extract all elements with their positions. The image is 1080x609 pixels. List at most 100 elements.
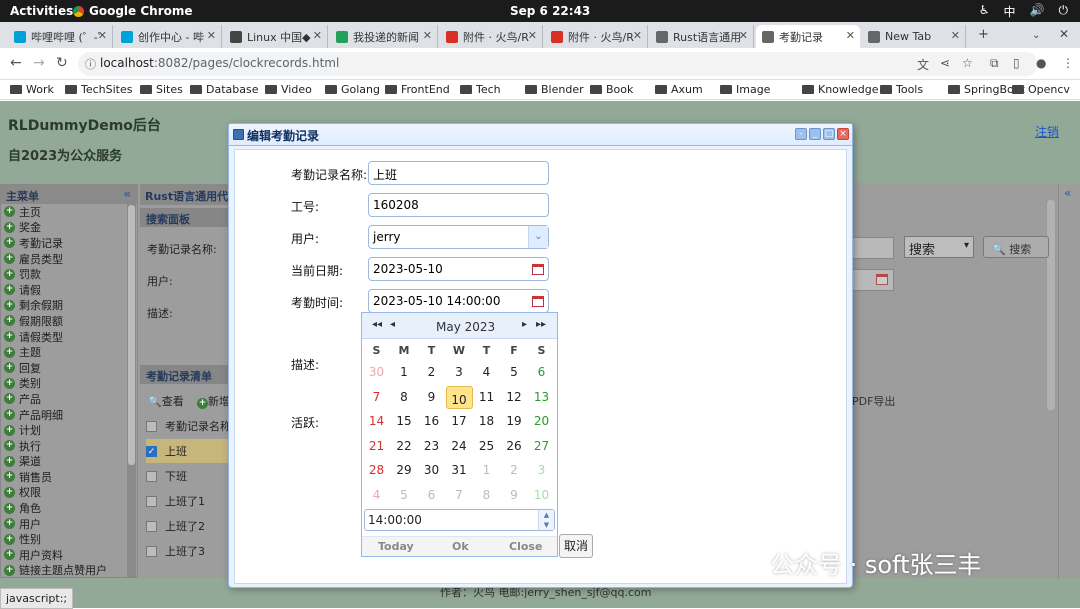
search-button[interactable]: 🔍 搜索 [983, 236, 1049, 258]
view-button[interactable]: 🔍查看 [148, 393, 184, 409]
activities-button[interactable]: Activities [10, 4, 73, 18]
row-checkbox[interactable] [146, 470, 157, 482]
calendar-day[interactable]: 16 [418, 410, 445, 433]
calendar-day[interactable]: 25 [473, 435, 500, 458]
calendar-day[interactable]: 13 [528, 386, 555, 409]
sidebar-scrollbar[interactable] [127, 203, 136, 577]
bookmark-star-icon[interactable]: ☆ [962, 56, 973, 70]
cancel-button[interactable]: 取消 [559, 534, 593, 558]
calendar-day[interactable]: 28 [363, 459, 390, 482]
table-row[interactable]: 上班了2 [146, 514, 241, 538]
side-panel-icon[interactable]: ▯ [1013, 56, 1020, 70]
user-combobox[interactable]: jerry ⌄ [368, 225, 549, 249]
calendar-day[interactable]: 20 [528, 410, 555, 433]
calendar-day[interactable]: 14 [363, 410, 390, 433]
prev-month-icon[interactable]: ◂ [390, 319, 395, 330]
bookmark-folder[interactable]: TechSites [65, 83, 133, 96]
calendar-button[interactable] [528, 290, 548, 312]
power-icon[interactable]: ⏻ [1059, 3, 1069, 20]
calendar-day[interactable]: 3 [446, 361, 473, 384]
time-spinner[interactable]: 14:00:00 ▲ ▼ [364, 509, 555, 531]
sidebar-item[interactable]: + 类别 [1, 376, 137, 392]
calendar-day[interactable]: 18 [473, 410, 500, 433]
calendar-day[interactable]: 23 [418, 435, 445, 458]
calendar-day[interactable]: 6 [418, 484, 445, 507]
translate-icon[interactable]: 文 [917, 56, 929, 73]
sidebar-item[interactable]: + 角色 [1, 500, 137, 516]
tab-6[interactable]: Rust语言通用 ✕ [650, 25, 754, 48]
calendar-day[interactable]: 8 [473, 484, 500, 507]
bookmark-folder[interactable]: Book [590, 83, 633, 96]
close-tab-icon[interactable]: ✕ [313, 29, 322, 42]
bookmark-folder[interactable]: Sites [140, 83, 183, 96]
sidebar-item[interactable]: + 假期限额 [1, 313, 137, 329]
sidebar-item[interactable]: + 主题 [1, 344, 137, 360]
close-tab-icon[interactable]: ✕ [739, 29, 748, 42]
close-window-icon[interactable]: × [837, 128, 849, 140]
calendar-day[interactable]: 11 [473, 386, 500, 409]
calendar-day[interactable]: 19 [501, 410, 528, 433]
tab-0[interactable]: 哔哩哔哩 (゜-゜ ✕ [8, 25, 113, 48]
calendar-day[interactable]: 21 [363, 435, 390, 458]
tab-8[interactable]: New Tab ✕ [862, 25, 966, 48]
sidebar-item[interactable]: + 渠道 [1, 454, 137, 470]
sidebar-item[interactable]: + 链接主题点赞用户 [1, 563, 137, 579]
calendar-day[interactable]: 1 [391, 361, 418, 384]
calendar-month[interactable]: May 2023 [436, 320, 495, 334]
calendar-day[interactable]: 15 [391, 410, 418, 433]
calendar-day[interactable]: 7 [363, 386, 390, 409]
sidebar-item[interactable]: + 产品明细 [1, 407, 137, 423]
window-close-icon[interactable]: ✕ [1059, 27, 1069, 41]
bookmark-folder[interactable]: Database [190, 83, 259, 96]
row-checkbox[interactable]: ✓ [146, 445, 157, 457]
calendar-day[interactable]: 30 [363, 361, 390, 384]
calendar-day[interactable]: 29 [391, 459, 418, 482]
info-icon[interactable]: ⓘ [85, 56, 96, 72]
calendar-day[interactable]: 2 [501, 459, 528, 482]
tab-1[interactable]: 创作中心 - 哔 ✕ [115, 25, 222, 48]
sidebar-item[interactable]: + 用户 [1, 516, 137, 532]
bookmark-folder[interactable]: Image [720, 83, 770, 96]
sidebar-item[interactable]: + 用户资料 [1, 547, 137, 563]
clock-record-name-input[interactable]: 上班 [368, 161, 549, 185]
calendar-day[interactable]: 8 [391, 386, 418, 409]
menu-kebab-icon[interactable]: ⋮ [1062, 56, 1074, 70]
main-scroll-thumb[interactable] [1047, 200, 1055, 410]
tab-search-icon[interactable]: ⌄ [1032, 30, 1040, 41]
calendar-day[interactable]: 4 [363, 484, 390, 507]
search-mode-select[interactable]: 搜索 ▾ [904, 236, 974, 258]
collapse-window-icon[interactable]: - [795, 128, 807, 140]
close-tab-icon[interactable]: ✕ [633, 29, 642, 42]
sidebar-item[interactable]: + 请假类型 [1, 329, 137, 345]
sidebar-item[interactable]: + 请假 [1, 282, 137, 298]
calendar-day[interactable]: 2 [418, 361, 445, 384]
sidebar-item[interactable]: + 奖金 [1, 220, 137, 236]
sidebar-item[interactable]: + 性别 [1, 531, 137, 547]
close-tab-icon[interactable]: ✕ [846, 29, 855, 42]
current-date-input[interactable]: 2023-05-10 [368, 257, 549, 281]
column-header-name[interactable]: 考勤记录名称 [165, 418, 231, 434]
calendar-day[interactable]: 7 [446, 484, 473, 507]
table-row[interactable]: 上班了1 [146, 489, 241, 513]
profile-icon[interactable]: ● [1036, 56, 1046, 70]
sidebar-item[interactable]: + 主页 [1, 204, 137, 220]
sidebar-item[interactable]: + 剩余假期 [1, 298, 137, 314]
address-bar[interactable]: ⓘ localhost:8082/pages/clockrecords.html [78, 52, 1038, 76]
today-button[interactable]: Today [378, 540, 414, 553]
bookmark-folder[interactable]: Knowledge [802, 83, 878, 96]
close-button[interactable]: Close [509, 540, 542, 553]
bookmark-folder[interactable]: Tech [460, 83, 501, 96]
tab-3[interactable]: 我投递的新闻 ✕ [330, 25, 438, 48]
clock[interactable]: Sep 6 22:43 [510, 4, 590, 18]
sidebar-item[interactable]: + 计划 [1, 422, 137, 438]
bookmark-folder[interactable]: Video [265, 83, 312, 96]
close-tab-icon[interactable]: ✕ [207, 29, 216, 42]
spinner-arrows-icon[interactable]: ▲ ▼ [538, 510, 554, 530]
add-button[interactable]: + 新增 [197, 393, 230, 409]
table-row[interactable]: ✓ 上班 [146, 439, 236, 463]
minimize-window-icon[interactable]: _ [809, 128, 821, 140]
calendar-day[interactable]: 4 [473, 361, 500, 384]
collapse-icon[interactable]: « [123, 187, 131, 201]
sidebar-item[interactable]: + 销售员 [1, 469, 137, 485]
calendar-day[interactable]: 30 [418, 459, 445, 482]
